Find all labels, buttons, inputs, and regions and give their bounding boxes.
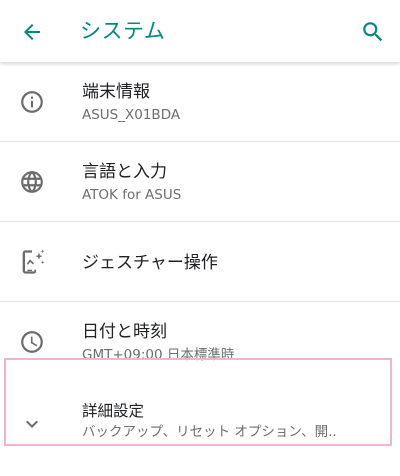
app-bar: システム: [0, 0, 400, 62]
settings-item-date-time[interactable]: 日付と時刻 GMT+09:00 日本標準時: [0, 302, 400, 382]
settings-item-subtitle: ASUS_X01BDA: [82, 107, 181, 123]
settings-list: 端末情報 ASUS_X01BDA 言語と入力 ATOK for ASUS ジェス…: [0, 62, 400, 476]
clock-icon: [18, 328, 46, 356]
arrow-back-icon: [24, 24, 40, 40]
settings-item-title: 日付と時刻: [82, 322, 167, 342]
settings-item-advanced[interactable]: 詳細設定 バックアップ、リセット オプション、開..: [0, 398, 400, 476]
settings-item-subtitle: バックアップ、リセット オプション、開..: [82, 424, 337, 440]
settings-item-title: 端末情報: [82, 82, 150, 102]
settings-item-gestures[interactable]: ジェスチャー操作: [0, 222, 400, 302]
search-button[interactable]: [354, 13, 392, 51]
search-icon: [363, 22, 383, 42]
settings-item-title: ジェスチャー操作: [82, 253, 218, 273]
gesture-phone-icon: [18, 248, 46, 276]
page-title: システム: [80, 19, 166, 43]
globe-icon: [18, 168, 46, 196]
settings-item-language-input[interactable]: 言語と入力 ATOK for ASUS: [0, 142, 400, 222]
settings-item-subtitle: GMT+09:00 日本標準時: [82, 347, 235, 363]
settings-item-title: 言語と入力: [82, 162, 167, 182]
settings-item-title: 詳細設定: [82, 402, 145, 420]
chevron-down-icon: [18, 410, 46, 438]
back-button[interactable]: [14, 14, 50, 50]
info-icon: [18, 88, 46, 116]
settings-item-subtitle: ATOK for ASUS: [82, 187, 182, 203]
settings-item-device-info[interactable]: 端末情報 ASUS_X01BDA: [0, 62, 400, 142]
